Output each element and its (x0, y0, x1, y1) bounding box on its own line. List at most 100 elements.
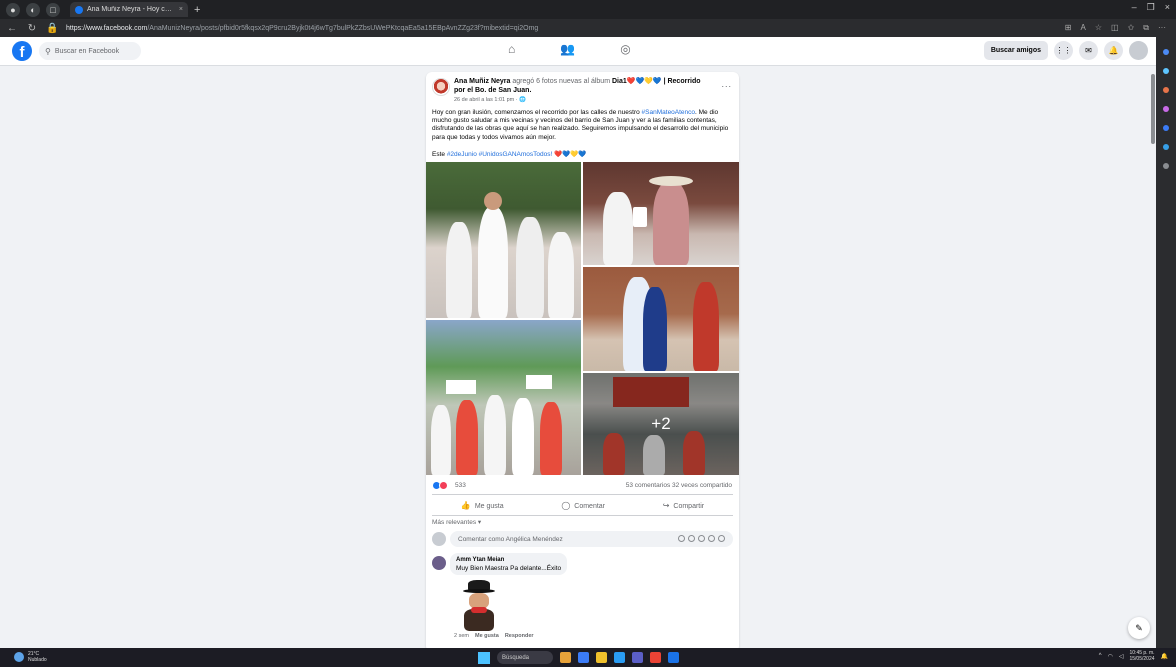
menu-dots-icon[interactable]: ··· (1158, 23, 1166, 33)
comment-icon: ◯ (561, 500, 571, 510)
taskbar-search[interactable]: Búsqueda (497, 651, 553, 664)
comment-button[interactable]: ◯ Comentar (561, 501, 605, 510)
minimize-icon[interactable]: – (1132, 2, 1137, 13)
menu-grid-icon[interactable]: ⋮⋮ (1054, 41, 1073, 60)
center-nav: ⌂ 👥 ◎ (508, 42, 631, 56)
comment-sort-dropdown[interactable]: Más relevantes ▾ (432, 518, 481, 526)
scrollbar-thumb[interactable] (1151, 74, 1155, 144)
wifi-icon[interactable]: ◠ (1108, 653, 1113, 660)
games-icon[interactable] (1163, 144, 1169, 150)
favorite-star-icon[interactable]: ☆ (1095, 23, 1102, 33)
find-friends-button[interactable]: Buscar amigos (983, 41, 1048, 60)
post-date[interactable]: 26 de abril a las 1:01 pm · 🌐 (454, 97, 526, 103)
gif-icon[interactable] (708, 535, 715, 542)
back-icon[interactable]: ← (6, 23, 18, 34)
account-avatar[interactable] (1129, 41, 1148, 60)
search-placeholder: Buscar en Facebook (54, 47, 120, 55)
windows-start-icon[interactable] (478, 651, 490, 664)
collections-icon[interactable]: ⧉ (1143, 23, 1149, 33)
outlook-icon[interactable] (1163, 125, 1169, 131)
hashtags-links[interactable]: #2deJunio #UnidosGANAmosTodos! (447, 151, 553, 158)
comment-sticker (458, 580, 502, 632)
like-button[interactable]: 👍 Me gusta (461, 501, 504, 510)
url-field[interactable]: https://www.facebook.com /AnaMunizNeyra/… (66, 21, 1057, 35)
photo-elderly-man[interactable] (583, 162, 739, 265)
close-tab-icon[interactable]: × (179, 6, 183, 13)
post-hashtags: Este #2deJunio #UnidosGANAmosTodos! ❤️💙💛… (432, 150, 734, 158)
photo-hug-child[interactable] (583, 267, 739, 371)
commenter-name[interactable]: Amm Ytan Meian (456, 556, 561, 564)
notification-bell-icon[interactable]: 🔔 (1161, 653, 1168, 660)
comments-shares-count[interactable]: 53 comentarios 32 veces compartido (626, 482, 732, 489)
photo-crowd-street[interactable] (426, 320, 581, 475)
restore-icon[interactable]: ❐ (1147, 2, 1155, 13)
friends-icon[interactable]: 👥 (560, 42, 575, 56)
author-name[interactable]: Ana Muñiz Neyra (454, 78, 510, 85)
emoji-icon[interactable] (688, 535, 695, 542)
share-button[interactable]: ↪ Compartir (663, 501, 704, 510)
hashtags-suffix: ❤️💙💛💙 (552, 151, 587, 158)
system-tray: ^ ◠ ◁ 10:45 p. m. 15/05/2024 🔔 (1099, 650, 1168, 662)
split-screen-icon[interactable]: ◫ (1111, 23, 1119, 33)
groups-icon[interactable]: ◎ (620, 42, 630, 56)
lock-icon[interactable]: 🔒 (46, 23, 58, 34)
comment-reply-button[interactable]: Responder (505, 633, 534, 639)
post-actions: 👍 Me gusta ◯ Comentar ↪ Compartir (432, 496, 733, 514)
camera-icon[interactable] (698, 535, 705, 542)
chrome-app-icon[interactable] (650, 652, 661, 663)
home-icon[interactable]: ⌂ (508, 42, 515, 56)
new-tab-button[interactable]: + (194, 4, 200, 16)
hashtags-prefix: Este (432, 151, 447, 158)
url-path: /AnaMunizNeyra/posts/pfbid0r5fkqsx2qP9cr… (147, 24, 539, 32)
close-window-icon[interactable]: × (1165, 2, 1170, 13)
browser-sidebar (1156, 37, 1176, 648)
clock-date: 15/05/2024 (1129, 656, 1155, 662)
commenter-avatar[interactable] (432, 556, 446, 570)
address-bar: ← ↻ 🔒 https://www.facebook.com /AnaMuniz… (0, 19, 1176, 37)
facebook-logo-icon[interactable]: f (12, 41, 32, 61)
copilot-icon[interactable] (1163, 68, 1169, 74)
files-app-icon[interactable] (596, 652, 607, 663)
add-sidebar-icon[interactable] (1163, 163, 1169, 169)
weather-widget[interactable]: 21°C Nublado (14, 651, 47, 663)
shopping-icon[interactable] (1163, 87, 1169, 93)
messenger-icon[interactable]: ✉ (1079, 41, 1098, 60)
reaction-icons[interactable] (432, 481, 448, 490)
hashtag-link[interactable]: #SanMateoAtenco (642, 109, 695, 116)
tab-actions-icon[interactable]: □ (46, 2, 60, 17)
volume-icon[interactable]: ◁ (1119, 653, 1124, 660)
browser-tab-active[interactable]: Ana Muñiz Neyra - Hoy con gran × (70, 2, 188, 17)
mail-app-icon[interactable] (668, 652, 679, 663)
tray-chevron-icon[interactable]: ^ (1099, 653, 1102, 659)
new-message-edit-icon[interactable]: ✎ (1128, 617, 1150, 639)
read-aloud-icon[interactable]: A (1081, 23, 1086, 33)
comment-time[interactable]: 2 sem (454, 633, 469, 639)
author-avatar[interactable] (432, 78, 450, 96)
edge-app-icon[interactable] (614, 652, 625, 663)
tab-title: Ana Muñiz Neyra - Hoy con gran (87, 6, 175, 13)
clock[interactable]: 10:45 p. m. 15/05/2024 (1129, 650, 1154, 662)
sticker-icon[interactable] (718, 535, 725, 542)
reaction-count[interactable]: 533 (455, 482, 466, 489)
more-photos-overlay[interactable]: +2 (583, 373, 739, 475)
search-sidebar-icon[interactable] (1163, 49, 1169, 55)
favorites-icon[interactable]: ✩ (1128, 23, 1135, 33)
profile-icon[interactable]: ● (6, 2, 20, 17)
refresh-icon[interactable]: ↻ (26, 23, 38, 34)
comment-input[interactable]: Comentar como Angélica Menéndez (450, 531, 733, 547)
post-header: Ana Muñiz Neyra agregó 6 fotos nuevas al… (432, 77, 732, 109)
widgets-app-icon[interactable] (560, 652, 571, 663)
explorer-app-icon[interactable] (578, 652, 589, 663)
store-app-icon[interactable] (632, 652, 643, 663)
extensions-icon[interactable]: ⊞ (1065, 23, 1072, 33)
photo-selfie-group[interactable] (426, 162, 581, 318)
comment-like-button[interactable]: Me gusta (475, 633, 499, 639)
avatar-sticker-icon[interactable] (678, 535, 685, 542)
workspaces-icon[interactable]: ◐ (26, 2, 40, 17)
facebook-search-input[interactable]: ⚲ Buscar en Facebook (39, 42, 141, 60)
weather-condition: Nublado (28, 657, 47, 663)
divider (432, 515, 733, 516)
notifications-bell-icon[interactable]: 🔔 (1104, 41, 1123, 60)
tools-icon[interactable] (1163, 106, 1169, 112)
more-options-icon[interactable]: ... (721, 79, 732, 89)
